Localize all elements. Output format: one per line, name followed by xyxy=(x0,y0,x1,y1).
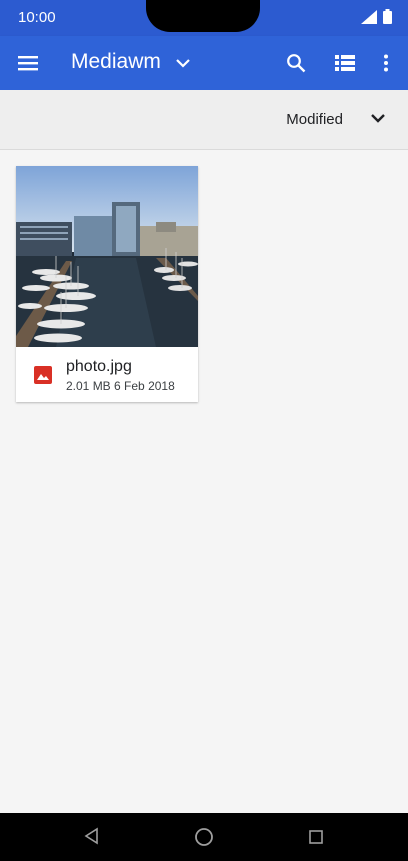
menu-icon[interactable] xyxy=(16,51,40,75)
signal-icon xyxy=(361,9,377,24)
photo-thumbnail xyxy=(16,166,198,347)
file-name: photo.jpg xyxy=(66,358,132,375)
file-date: 6 Feb 2018 xyxy=(114,379,175,393)
file-card[interactable]: photo.jpg 2.01 MB 6 Feb 2018 xyxy=(16,166,198,402)
sort-bar: Modified xyxy=(0,90,408,150)
recents-icon[interactable] xyxy=(309,830,323,849)
image-icon xyxy=(34,366,52,389)
battery-icon xyxy=(383,9,392,24)
back-icon[interactable] xyxy=(84,827,100,850)
display-notch xyxy=(146,0,260,32)
app-bar: Mediawm xyxy=(0,36,408,90)
chevron-down-icon[interactable] xyxy=(370,110,386,131)
chevron-down-icon[interactable] xyxy=(171,51,195,75)
status-bar: 10:00 xyxy=(0,0,408,36)
navigation-bar xyxy=(0,813,408,861)
status-time: 10:00 xyxy=(18,9,56,26)
more-vert-icon[interactable] xyxy=(374,51,398,75)
app-title[interactable]: Mediawm xyxy=(71,50,161,74)
file-meta: 2.01 MB 6 Feb 2018 xyxy=(66,379,175,393)
list-view-icon[interactable] xyxy=(333,51,357,75)
status-icons xyxy=(361,9,392,24)
sort-label[interactable]: Modified xyxy=(286,111,343,128)
search-icon[interactable] xyxy=(284,51,308,75)
file-size: 2.01 MB xyxy=(66,379,111,393)
home-icon[interactable] xyxy=(194,827,214,852)
